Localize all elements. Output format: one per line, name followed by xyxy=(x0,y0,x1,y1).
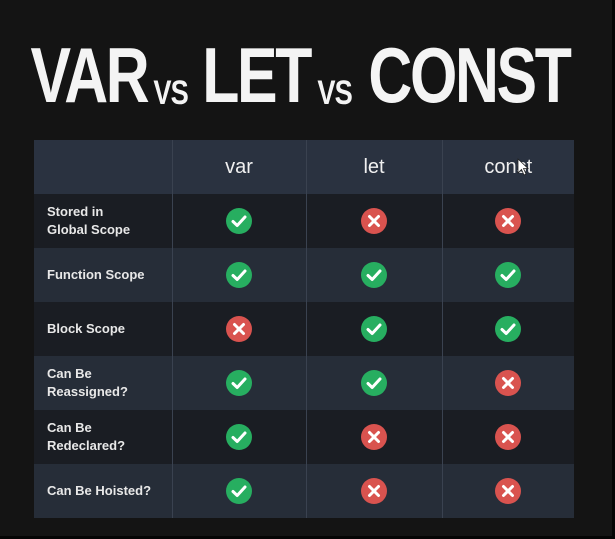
cell-let xyxy=(306,248,443,302)
check-circle-icon xyxy=(225,261,253,289)
check-circle-icon xyxy=(225,207,253,235)
cell-var xyxy=(172,302,307,356)
x-circle-icon xyxy=(360,477,388,505)
x-circle-icon xyxy=(225,315,253,343)
table-row: Can Be Redeclared? xyxy=(34,410,574,464)
cell-const xyxy=(442,302,574,356)
title-vs-1: VS xyxy=(153,74,189,112)
x-circle-icon xyxy=(360,207,388,235)
cell-let xyxy=(306,302,443,356)
cell-const xyxy=(442,194,574,248)
table-row: Can Be Reassigned? xyxy=(34,356,574,410)
header-corner xyxy=(34,140,173,194)
x-circle-icon xyxy=(494,477,522,505)
header-const: const xyxy=(484,155,533,178)
row-label-line1: Stored in xyxy=(47,204,104,219)
title-vs-2: VS xyxy=(317,74,353,112)
check-circle-icon xyxy=(225,369,253,397)
x-circle-icon xyxy=(494,423,522,451)
row-label-line1: Function Scope xyxy=(47,267,145,282)
cell-var xyxy=(172,194,307,248)
check-circle-icon xyxy=(360,261,388,289)
cell-let xyxy=(306,194,443,248)
check-circle-icon xyxy=(360,369,388,397)
cell-var xyxy=(172,248,307,302)
video-frame: VAR VS LET VS CONST var let const Stored… xyxy=(0,0,615,539)
cell-var xyxy=(172,410,307,464)
x-circle-icon xyxy=(494,369,522,397)
x-circle-icon xyxy=(494,207,522,235)
mouse-pointer-icon xyxy=(517,158,529,176)
cell-let xyxy=(306,464,443,518)
cell-let xyxy=(306,356,443,410)
title-let: LET xyxy=(201,31,312,119)
table-row: Function Scope xyxy=(34,248,574,302)
table-row: Block Scope xyxy=(34,302,574,356)
cell-const xyxy=(442,356,574,410)
check-circle-icon xyxy=(494,261,522,289)
check-circle-icon xyxy=(225,477,253,505)
cell-var xyxy=(172,356,307,410)
row-label-line1: Block Scope xyxy=(47,321,126,336)
row-label-line1: Can Be Hoisted? xyxy=(47,483,152,498)
row-label: Can Be Redeclared? xyxy=(34,410,173,464)
cell-const xyxy=(442,464,574,518)
table-row: Stored in Global Scope xyxy=(34,194,574,248)
row-label-line2: Reassigned? xyxy=(47,384,128,399)
header-var: var xyxy=(172,140,307,194)
row-label: Stored in Global Scope xyxy=(34,194,173,248)
title-var: VAR xyxy=(30,31,149,119)
table-header-row: var let const xyxy=(34,140,574,194)
check-circle-icon xyxy=(360,315,388,343)
comparison-table: var let const Stored in Global Scope Funct… xyxy=(34,140,574,518)
cell-const xyxy=(442,248,574,302)
row-label: Block Scope xyxy=(34,302,173,356)
row-label-line2: Redeclared? xyxy=(47,438,126,453)
row-label: Can Be Reassigned? xyxy=(34,356,173,410)
cell-const xyxy=(442,410,574,464)
title-const: CONST xyxy=(368,31,573,119)
cell-let xyxy=(306,410,443,464)
row-label-line2: Global Scope xyxy=(47,222,131,237)
header-let: let xyxy=(306,140,443,194)
row-label: Function Scope xyxy=(34,248,173,302)
cell-var xyxy=(172,464,307,518)
check-circle-icon xyxy=(225,423,253,451)
check-circle-icon xyxy=(494,315,522,343)
table-row: Can Be Hoisted? xyxy=(34,464,574,518)
row-label: Can Be Hoisted? xyxy=(34,464,173,518)
page-title: VAR VS LET VS CONST xyxy=(0,24,612,114)
x-circle-icon xyxy=(360,423,388,451)
row-label-line1: Can Be xyxy=(47,366,92,381)
row-label-line1: Can Be xyxy=(47,420,92,435)
